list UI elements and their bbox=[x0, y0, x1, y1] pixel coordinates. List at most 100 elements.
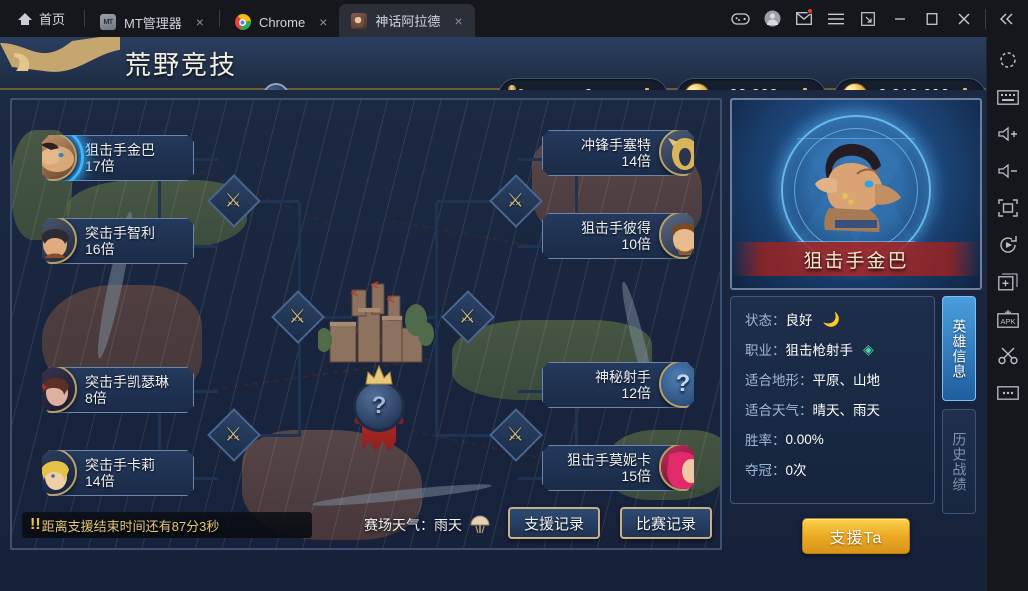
tab-chrome[interactable]: Chrome × bbox=[223, 7, 339, 37]
bracket-card-left-3[interactable]: 突击手凯瑟琳 8倍 bbox=[42, 367, 194, 413]
info-row-class: 职业： 狙击枪射手 ◈ bbox=[745, 339, 934, 359]
crossed-swords-icon: ⚔ bbox=[459, 306, 477, 328]
bracket-card-right-3[interactable]: ? 神秘射手 12倍 bbox=[542, 362, 694, 408]
tab-hero-info[interactable]: 英雄信息 bbox=[942, 296, 976, 401]
champion-placeholder: ? bbox=[353, 380, 405, 432]
mail-badge bbox=[807, 8, 813, 14]
support-timer-text: 距离支援结束时间还有87分3秒 bbox=[41, 518, 220, 534]
minimize-icon[interactable] bbox=[885, 0, 915, 37]
chrome-icon bbox=[234, 14, 251, 30]
rotate-icon[interactable] bbox=[993, 232, 1023, 258]
keyboard-icon[interactable] bbox=[993, 84, 1023, 110]
maximize-icon[interactable] bbox=[917, 0, 947, 37]
info-label: 状态： bbox=[745, 313, 786, 328]
screenshot-icon[interactable] bbox=[993, 343, 1023, 369]
support-ta-button[interactable]: 支援Ta bbox=[802, 518, 910, 554]
hero-info-box: 状态： 良好 🌙 职业： 狙击枪射手 ◈ 适合地形： 平原、山地 适合天气： 晴… bbox=[730, 296, 935, 504]
info-label: 职业： bbox=[745, 343, 786, 358]
crossed-swords-icon: ⚔ bbox=[289, 306, 307, 328]
account-icon[interactable] bbox=[757, 0, 787, 37]
support-record-button[interactable]: 支援记录 bbox=[508, 507, 601, 539]
hero-name: 突击手凯瑟琳 bbox=[85, 373, 169, 390]
new-window-icon[interactable] bbox=[853, 0, 883, 37]
bracket-card-left-1[interactable]: 狙击手金巴 17倍 bbox=[42, 135, 194, 181]
emulator-sidebar: APK bbox=[986, 37, 1028, 591]
info-label: 适合地形： bbox=[745, 373, 813, 388]
hero-portrait: 狙击手金巴 bbox=[730, 98, 982, 290]
support-timer-bar: !! 距离支援结束时间还有87分3秒 bbox=[22, 512, 312, 538]
close-icon[interactable] bbox=[949, 0, 979, 37]
hero-multiplier: 15倍 bbox=[621, 468, 651, 484]
side-panel-tabs: 英雄信息 历史战绩 bbox=[942, 296, 976, 522]
champion-node[interactable]: ? bbox=[348, 362, 410, 452]
class-target-icon: ◈ bbox=[863, 340, 874, 357]
gamepad-icon[interactable] bbox=[725, 0, 755, 37]
mail-icon[interactable] bbox=[789, 0, 819, 37]
hero-side-panel: 狙击手金巴 状态： 良好 🌙 职业： 狙击枪射手 ◈ 适合地形： 平原、山地 适… bbox=[730, 98, 982, 554]
hero-name: 突击手卡莉 bbox=[85, 456, 155, 473]
weather-label: 赛场天气：雨天 bbox=[364, 517, 462, 533]
bracket-card-left-2[interactable]: 突击手智利 16倍 bbox=[42, 218, 194, 264]
info-label: 胜率： bbox=[745, 433, 786, 448]
crossed-swords-icon: ⚔ bbox=[225, 190, 243, 212]
home-tab[interactable]: 首页 bbox=[0, 0, 81, 37]
volume-down-icon[interactable] bbox=[993, 158, 1023, 184]
status-moon-icon: 🌙 bbox=[822, 310, 840, 327]
info-row-terrain: 适合地形： 平原、山地 bbox=[745, 369, 934, 389]
hero-multiplier: 10倍 bbox=[621, 236, 651, 252]
crossed-swords-icon: ⚔ bbox=[507, 190, 525, 212]
titlebar-controls bbox=[725, 0, 1028, 37]
game-icon bbox=[351, 12, 368, 29]
tab-close-icon[interactable]: × bbox=[194, 15, 206, 29]
tab-close-icon[interactable]: × bbox=[317, 15, 329, 29]
emulator-titlebar: 首页 MT MT管理器 × Chrome × 神话阿拉德 × bbox=[0, 0, 1028, 37]
hero-name: 狙击手彼得 bbox=[581, 219, 651, 236]
tab-history-record[interactable]: 历史战绩 bbox=[942, 409, 976, 514]
castle-decoration bbox=[316, 270, 436, 366]
settings-icon[interactable] bbox=[993, 47, 1023, 73]
crossed-swords-icon: ⚔ bbox=[507, 424, 525, 446]
collapse-icon[interactable] bbox=[992, 0, 1022, 37]
controls-divider bbox=[985, 8, 986, 29]
svg-text:APK: APK bbox=[1000, 317, 1015, 326]
info-label: 适合天气： bbox=[745, 403, 813, 418]
bracket-card-right-1[interactable]: 冲锋手塞特 14倍 bbox=[542, 130, 694, 176]
fullscreen-icon[interactable] bbox=[993, 195, 1023, 221]
more-icon[interactable] bbox=[993, 380, 1023, 406]
match-record-button[interactable]: 比赛记录 bbox=[620, 507, 713, 539]
hero-multiplier: 12倍 bbox=[621, 385, 651, 401]
info-value: 平原、山地 bbox=[812, 373, 881, 388]
tab-game-active[interactable]: 神话阿拉德 × bbox=[339, 4, 475, 37]
hero-multiplier: 14倍 bbox=[621, 153, 651, 169]
game-header: 荒野竞技 ? 0 20,000 2,012,696 bbox=[0, 37, 986, 114]
hero-multiplier: 14倍 bbox=[85, 473, 115, 489]
info-value: 0次 bbox=[785, 463, 807, 478]
add-window-icon[interactable] bbox=[993, 269, 1023, 295]
tab-label: MT管理器 bbox=[124, 15, 182, 31]
umbrella-icon bbox=[469, 514, 491, 536]
home-label: 首页 bbox=[39, 12, 66, 27]
mt-manager-icon: MT bbox=[100, 14, 117, 30]
info-value: 狙击枪射手 bbox=[785, 343, 854, 358]
warning-icon: !! bbox=[30, 516, 41, 533]
weather-indicator: 赛场天气：雨天 bbox=[364, 514, 491, 536]
info-value: 晴天、雨天 bbox=[812, 403, 881, 418]
bracket-card-right-4[interactable]: 狙击手莫妮卡 15倍 bbox=[542, 445, 694, 491]
menu-icon[interactable] bbox=[821, 0, 851, 37]
volume-up-icon[interactable] bbox=[993, 121, 1023, 147]
header-ornament bbox=[0, 37, 120, 90]
crown-icon bbox=[364, 364, 394, 386]
hero-name: 突击手智利 bbox=[85, 224, 155, 241]
apk-install-icon[interactable]: APK bbox=[993, 306, 1023, 332]
hero-name: 狙击手莫妮卡 bbox=[567, 451, 651, 468]
hero-name: 狙击手金巴 bbox=[85, 141, 155, 158]
hero-name: 冲锋手塞特 bbox=[581, 136, 651, 153]
info-label: 夺冠： bbox=[745, 463, 786, 478]
tab-mt-manager[interactable]: MT MT管理器 × bbox=[88, 7, 216, 37]
bracket-card-right-2[interactable]: 狙击手彼得 10倍 bbox=[542, 213, 694, 259]
tab-label: Chrome bbox=[258, 14, 306, 30]
tab-close-icon[interactable]: × bbox=[452, 14, 464, 28]
crossed-swords-icon: ⚔ bbox=[225, 424, 243, 446]
bracket-card-left-4[interactable]: 突击手卡莉 14倍 bbox=[42, 450, 194, 496]
tab-divider bbox=[218, 10, 220, 27]
